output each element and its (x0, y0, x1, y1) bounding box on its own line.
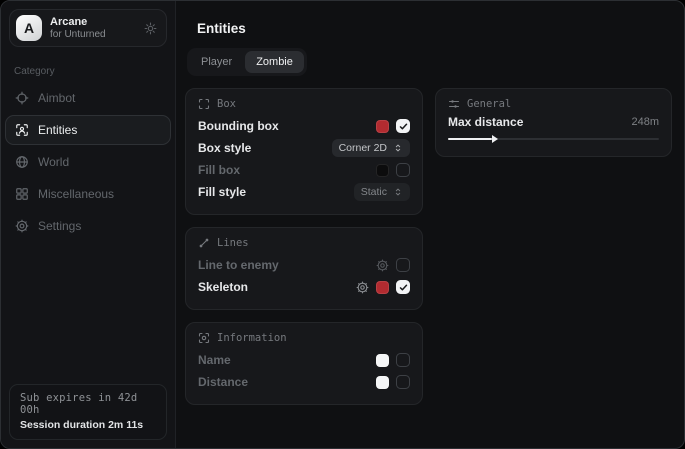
crosshair-icon (15, 91, 29, 105)
tab-player[interactable]: Player (190, 51, 243, 73)
general-card-header: General (448, 98, 659, 110)
chevrons-updown-icon (393, 143, 403, 153)
slider-thumb[interactable] (492, 135, 498, 143)
checkbox[interactable] (396, 280, 410, 294)
sub-expires-text: Sub expires in 42d 00h (20, 392, 156, 416)
page-title: Entities (197, 21, 672, 36)
sliders-icon (448, 98, 460, 110)
box-style-dropdown[interactable]: Corner 2D (332, 139, 410, 157)
app-window: A Arcane for Unturned Category Aimbot (0, 0, 685, 449)
max-distance-slider[interactable] (448, 133, 659, 145)
sidebar-item-label: Settings (38, 219, 81, 233)
row-label: Distance (198, 375, 248, 389)
box-card-header: Box (198, 98, 410, 110)
color-swatch[interactable] (376, 281, 389, 294)
session-duration-text: Session duration 2m 11s (20, 419, 156, 431)
row-skeleton: Skeleton (198, 276, 410, 298)
sidebar-item-entities[interactable]: Entities (5, 115, 171, 145)
globe-icon (15, 155, 29, 169)
card-title: Information (217, 332, 287, 344)
checkbox[interactable] (396, 353, 410, 367)
sidebar-nav: Aimbot Entities World Miscellaneous (1, 82, 175, 242)
row-fill-box: Fill box (198, 159, 410, 181)
color-swatch[interactable] (376, 376, 389, 389)
entity-tabs: Player Zombie (187, 48, 307, 76)
color-swatch[interactable] (376, 354, 389, 367)
row-label: Name (198, 353, 231, 367)
row-settings-gear-icon[interactable] (356, 281, 369, 294)
grid-icon (15, 187, 29, 201)
right-column: General Max distance 248m (435, 88, 672, 157)
row-label: Box style (198, 141, 251, 155)
app-logo: A (16, 15, 42, 41)
left-column: Box Bounding box Box style (185, 88, 423, 405)
card-title: Box (217, 98, 236, 110)
lines-card: Lines Line to enemy (185, 227, 423, 310)
row-settings-gear-icon[interactable] (376, 259, 389, 272)
sidebar-item-label: World (38, 155, 69, 169)
sidebar-item-miscellaneous[interactable]: Miscellaneous (5, 179, 171, 209)
information-card: Information Name Distance (185, 322, 423, 405)
chevrons-updown-icon (393, 187, 403, 197)
line-icon (198, 237, 210, 249)
information-card-header: Information (198, 332, 410, 344)
app-header: A Arcane for Unturned (9, 9, 167, 47)
row-label: Bounding box (198, 119, 279, 133)
main-panel: Entities Player Zombie Box Bounding box (176, 1, 684, 448)
row-max-distance: Max distance 248m (448, 115, 659, 129)
fill-style-dropdown[interactable]: Static (354, 183, 410, 201)
content-columns: Box Bounding box Box style (185, 88, 672, 405)
category-label: Category (14, 66, 162, 77)
sidebar: A Arcane for Unturned Category Aimbot (1, 1, 176, 448)
checkbox[interactable] (396, 163, 410, 177)
header-gear-icon[interactable] (144, 22, 157, 35)
sidebar-item-world[interactable]: World (5, 147, 171, 177)
color-swatch[interactable] (376, 120, 389, 133)
app-name: Arcane (50, 16, 106, 29)
sidebar-item-label: Entities (38, 123, 77, 137)
card-title: Lines (217, 237, 249, 249)
sidebar-item-settings[interactable]: Settings (5, 211, 171, 241)
row-label: Fill style (198, 185, 246, 199)
sidebar-item-label: Aimbot (38, 91, 75, 105)
row-line-to-enemy: Line to enemy (198, 254, 410, 276)
info-scan-icon (198, 332, 210, 344)
corners-icon (198, 98, 210, 110)
app-subtitle: for Unturned (50, 29, 106, 41)
slider-value: 248m (631, 116, 659, 128)
general-card: General Max distance 248m (435, 88, 672, 157)
box-card: Box Bounding box Box style (185, 88, 423, 215)
tab-zombie[interactable]: Zombie (245, 51, 304, 73)
checkbox[interactable] (396, 119, 410, 133)
slider-fill (448, 138, 492, 140)
gear-icon (15, 219, 29, 233)
checkbox[interactable] (396, 258, 410, 272)
lines-card-header: Lines (198, 237, 410, 249)
dropdown-value: Corner 2D (339, 142, 387, 154)
row-name: Name (198, 349, 410, 371)
row-label: Fill box (198, 163, 240, 177)
row-label: Skeleton (198, 280, 248, 294)
slider-label: Max distance (448, 115, 523, 129)
dropdown-value: Static (361, 186, 387, 198)
color-swatch[interactable] (376, 164, 389, 177)
row-bounding-box: Bounding box (198, 115, 410, 137)
sidebar-item-label: Miscellaneous (38, 187, 114, 201)
entities-icon (15, 123, 29, 137)
row-distance: Distance (198, 371, 410, 393)
row-fill-style: Fill style Static (198, 181, 410, 203)
row-label: Line to enemy (198, 258, 279, 272)
subscription-card: Sub expires in 42d 00h Session duration … (9, 384, 167, 440)
checkbox[interactable] (396, 375, 410, 389)
row-box-style: Box style Corner 2D (198, 137, 410, 159)
card-title: General (467, 98, 511, 110)
app-title-block: Arcane for Unturned (50, 16, 106, 41)
sidebar-item-aimbot[interactable]: Aimbot (5, 83, 171, 113)
